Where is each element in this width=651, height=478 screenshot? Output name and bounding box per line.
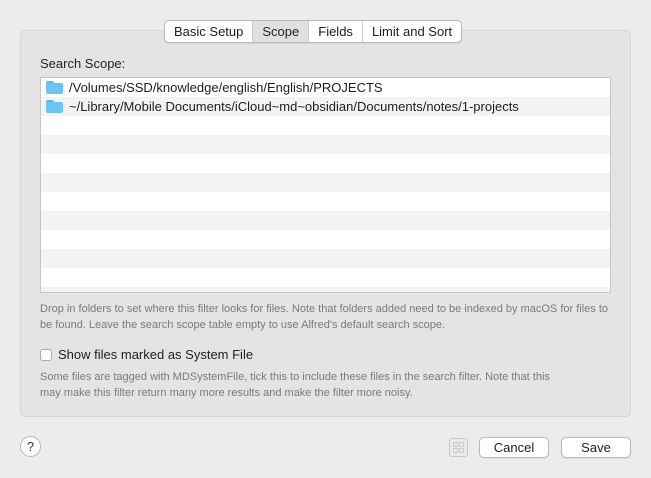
empty-row	[41, 230, 610, 249]
save-button[interactable]: Save	[561, 437, 631, 458]
empty-row	[41, 192, 610, 211]
system-file-help: Some files are tagged with MDSystemFile,…	[40, 371, 550, 399]
empty-row	[41, 135, 610, 154]
empty-row	[41, 268, 610, 287]
scope-path: ~/Library/Mobile Documents/iCloud~md~obs…	[69, 99, 519, 114]
tab-bar: Basic Setup Scope Fields Limit and Sort	[164, 20, 463, 43]
system-file-label[interactable]: Show files marked as System File	[58, 347, 253, 362]
help-button[interactable]: ?	[20, 436, 41, 457]
empty-row	[41, 116, 610, 135]
tab-basic-setup[interactable]: Basic Setup	[165, 21, 254, 42]
search-scope-table[interactable]: /Volumes/SSD/knowledge/english/English/P…	[40, 77, 611, 293]
system-file-option[interactable]: Show files marked as System File	[40, 347, 253, 362]
scope-row[interactable]: /Volumes/SSD/knowledge/english/English/P…	[41, 78, 610, 97]
folder-icon	[46, 81, 63, 94]
empty-row	[41, 249, 610, 268]
empty-row	[41, 287, 610, 292]
empty-row	[41, 211, 610, 230]
system-file-checkbox[interactable]	[40, 348, 52, 361]
search-scope-help: Drop in folders to set where this filter…	[40, 303, 609, 331]
search-scope-label: Search Scope:	[40, 56, 126, 71]
empty-row	[41, 154, 610, 173]
empty-row	[41, 173, 610, 192]
tab-limit-and-sort[interactable]: Limit and Sort	[363, 21, 461, 42]
grid-icon[interactable]	[449, 438, 468, 457]
cancel-button[interactable]: Cancel	[479, 437, 549, 458]
tab-fields[interactable]: Fields	[309, 21, 363, 42]
folder-icon	[46, 100, 63, 113]
tab-scope[interactable]: Scope	[253, 21, 310, 42]
scope-path: /Volumes/SSD/knowledge/english/English/P…	[69, 80, 383, 95]
scope-row[interactable]: ~/Library/Mobile Documents/iCloud~md~obs…	[41, 97, 610, 116]
